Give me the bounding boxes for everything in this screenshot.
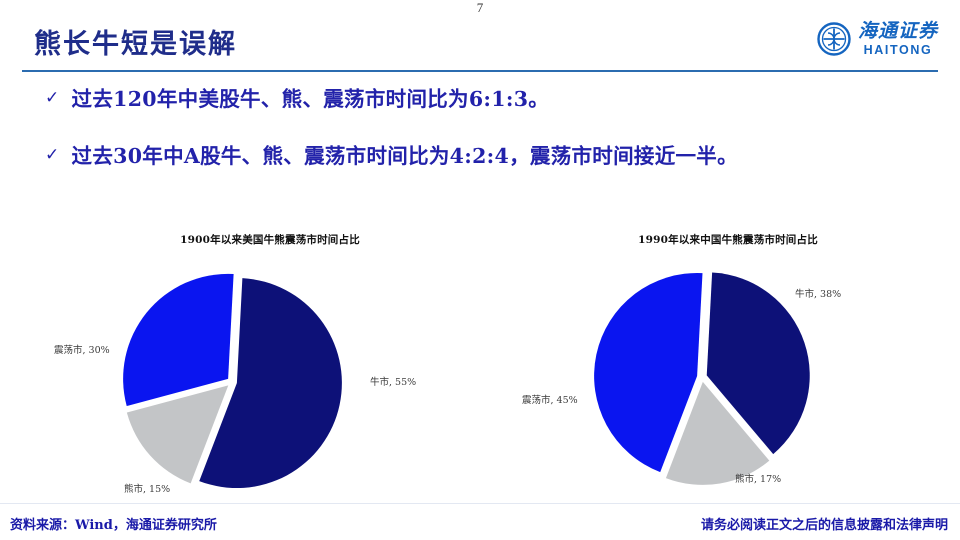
disclaimer-note: 请务必阅读正文之后的信息披露和法律声明 <box>700 518 948 533</box>
pie-chart-cn: 1990年以来中国牛熊震荡市时间占比 牛市, 38% 熊市, 17% 震荡市, … <box>500 232 940 502</box>
brand-name-cn: 海通证券 <box>857 20 938 42</box>
page-title: 熊长牛短是误解 <box>34 29 237 60</box>
slice-label-bear: 熊市, 17% <box>735 474 782 485</box>
check-icon: ✓ <box>45 88 60 108</box>
slice-label-bear: 熊市, 15% <box>124 484 171 495</box>
page-number: 7 <box>476 0 484 15</box>
brand-name-en: HAITONG <box>863 43 933 57</box>
check-icon: ✓ <box>45 145 60 165</box>
bullet-text: 过去30年中A股牛、熊、震荡市时间比为4:2:4，震荡市时间接近一半。 <box>71 144 738 168</box>
slice-label-bull: 牛市, 38% <box>795 289 842 300</box>
haitong-logo: 海通证券 HAITONG <box>817 22 938 57</box>
footer-divider <box>0 503 960 504</box>
slice-label-range: 震荡市, 45% <box>522 395 578 406</box>
bullet-item: ✓ 过去120年中美股牛、熊、震荡市时间比为6:1:3。 <box>45 86 549 113</box>
brand-wordmark: 海通证券 HAITONG <box>858 22 938 57</box>
pie-slice <box>123 273 234 407</box>
source-note: 资料来源：Wind，海通证券研究所 <box>10 518 217 533</box>
pie-svg <box>123 273 342 489</box>
bullet-item: ✓ 过去30年中A股牛、熊、震荡市时间比为4:2:4，震荡市时间接近一半。 <box>45 143 738 170</box>
slice-label-bull: 牛市, 55% <box>370 377 417 388</box>
haitong-emblem-icon <box>817 22 851 56</box>
header-divider <box>22 70 938 72</box>
bullet-text: 过去120年中美股牛、熊、震荡市时间比为6:1:3。 <box>71 87 550 111</box>
pie-svg <box>594 272 810 485</box>
pie-chart-us: 1900年以来美国牛熊震荡市时间占比 牛市, 55% 熊市, 15% 震荡市, … <box>36 232 476 502</box>
slice-label-range: 震荡市, 30% <box>54 345 110 356</box>
